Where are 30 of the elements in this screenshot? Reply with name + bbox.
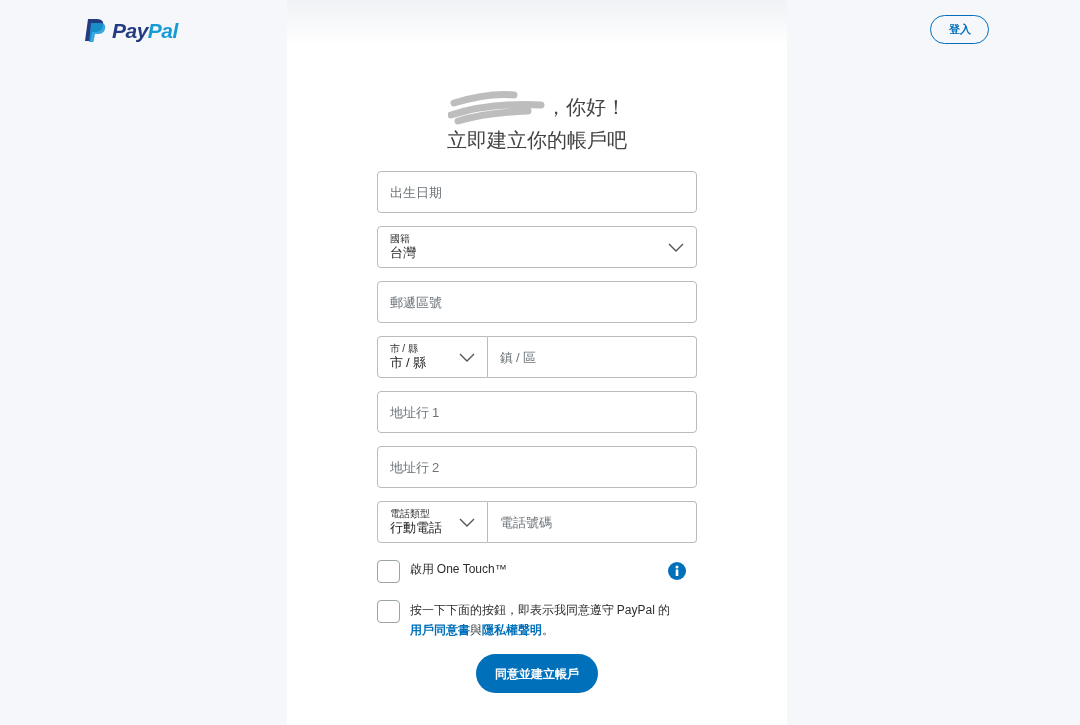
chevron-down-icon xyxy=(458,352,475,362)
dropdown-label: 國籍 xyxy=(389,232,411,246)
logo-text: PayPal xyxy=(112,18,178,44)
agreement-text: 按一下下面的按鈕，即表示我同意遵守 PayPal 的 用戶同意書與隱私權聲明。 xyxy=(409,602,672,639)
checkbox-label: 啟用 One Touch™ xyxy=(409,561,508,578)
dropdown-value: 行動電話 xyxy=(389,520,442,537)
checkbox[interactable] xyxy=(376,600,400,623)
dropdown[interactable]: 國籍 台灣 xyxy=(376,226,697,268)
dropdown[interactable]: 市 / 縣 市 / 縣 xyxy=(376,336,488,378)
dropdown-value: 市 / 縣 xyxy=(389,355,427,372)
info-icon[interactable] xyxy=(667,562,686,580)
input-field[interactable]: 鎮 / 區 xyxy=(487,336,697,378)
greeting-text: ，你好！ xyxy=(545,95,626,120)
link[interactable]: 隱私權聲明 xyxy=(481,623,542,637)
dropdown-label: 市 / 縣 xyxy=(389,342,419,356)
heading: 立即建立你的帳戶吧 xyxy=(446,128,627,153)
create-account-button[interactable]: 同意並建立帳戶 xyxy=(475,654,598,693)
dropdown-value: 台灣 xyxy=(389,245,416,262)
link[interactable]: 用戶同意書 xyxy=(409,623,470,637)
logo-icon xyxy=(84,18,106,44)
input-field[interactable]: 地址行 1 xyxy=(376,391,697,433)
input-field[interactable]: 電話號碼 xyxy=(487,501,697,543)
input-field[interactable]: 出生日期 xyxy=(376,171,697,213)
chevron-down-icon xyxy=(458,517,475,527)
dropdown[interactable]: 電話類型 行動電話 xyxy=(376,501,488,543)
chevron-down-icon xyxy=(667,242,684,252)
input-field[interactable]: 郵遞區號 xyxy=(376,281,697,323)
input-field[interactable]: 地址行 2 xyxy=(376,446,697,488)
dropdown-label: 電話類型 xyxy=(389,507,431,521)
checkbox[interactable] xyxy=(376,560,400,583)
